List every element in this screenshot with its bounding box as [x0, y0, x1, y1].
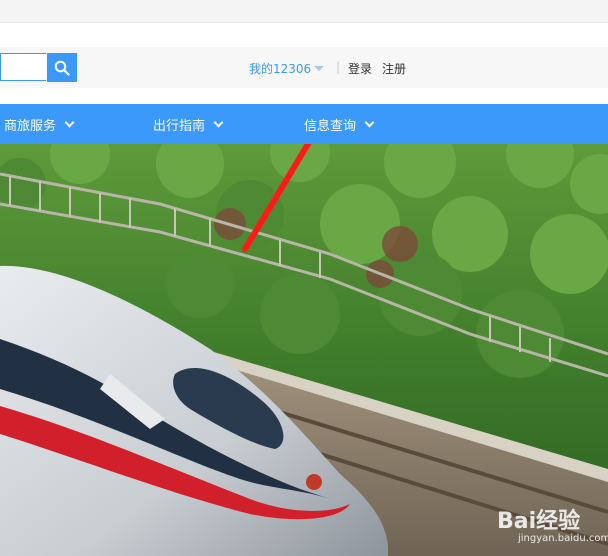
chevron-down-icon: [64, 117, 75, 127]
nav-item-label: 信息查询: [304, 118, 357, 134]
header-separator: |: [336, 60, 341, 74]
register-link[interactable]: 注册: [382, 60, 406, 77]
nav-item-business-travel[interactable]: 商旅服务: [4, 104, 75, 144]
login-link[interactable]: 登录: [348, 60, 372, 77]
nav-item-label: 出行指南: [153, 118, 206, 134]
banner-image: [0, 144, 608, 556]
watermark-url: jingyan.baidu.com: [518, 533, 608, 544]
chevron-down-icon: [364, 117, 375, 127]
search-icon: [54, 60, 70, 76]
search-input[interactable]: [0, 53, 46, 81]
baidu-jingyan-watermark: Bai经验: [497, 509, 581, 534]
nav-item-info-query[interactable]: 信息查询: [304, 104, 375, 144]
nav-item-travel-guide[interactable]: 出行指南: [153, 104, 224, 144]
search-button[interactable]: [47, 53, 77, 82]
chevron-down-icon: [213, 117, 224, 127]
nav-item-label: 商旅服务: [4, 118, 57, 134]
chevron-down-icon: [314, 66, 324, 71]
my-12306-link[interactable]: 我的12306: [249, 60, 311, 77]
browser-top-strip: [0, 0, 608, 23]
